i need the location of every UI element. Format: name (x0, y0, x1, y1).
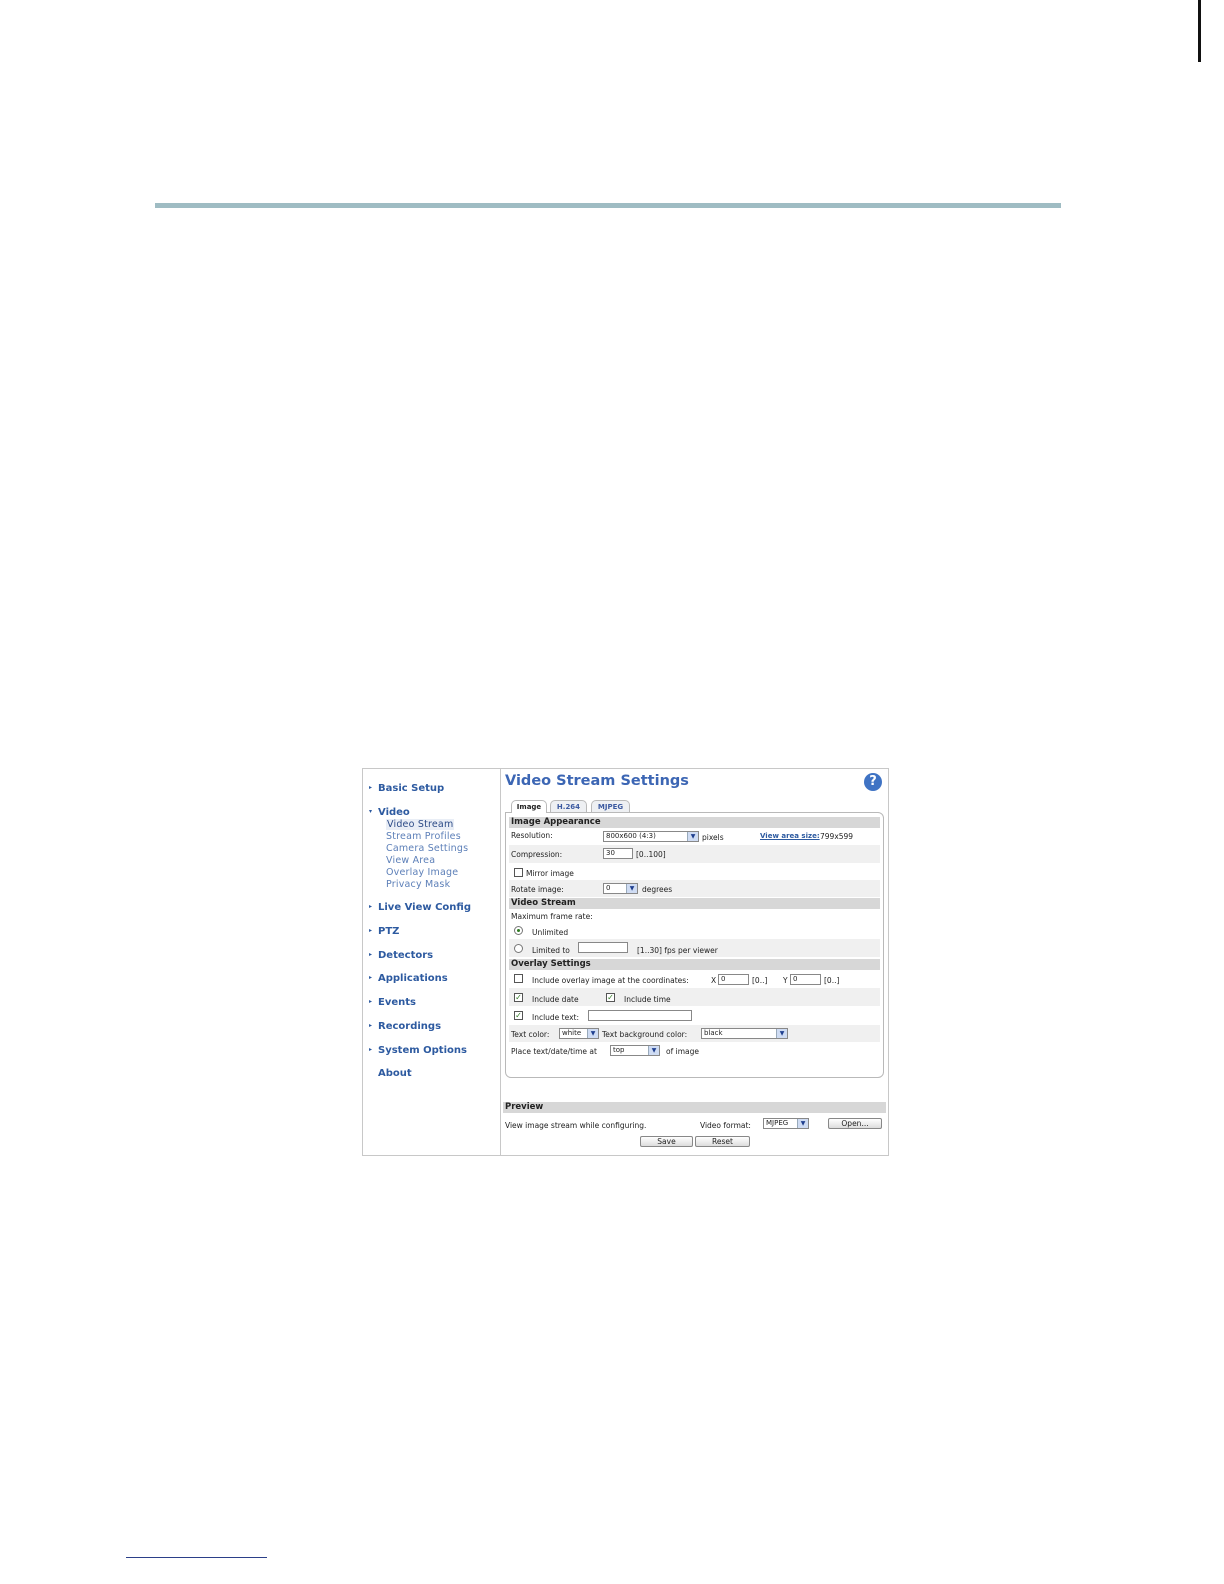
caret-down-icon: ▾ (369, 808, 373, 815)
footer-link-underline (126, 1557, 267, 1558)
text-background-color-select[interactable]: black ▼ (701, 1028, 788, 1039)
sidebar-subitem-view-area[interactable]: View Area (386, 855, 435, 866)
save-button[interactable]: Save (640, 1136, 693, 1147)
include-time-label: Include time (624, 995, 671, 1004)
sidebar-subitem-stream-profiles[interactable]: Stream Profiles (386, 831, 461, 842)
tab-image[interactable]: Image (511, 800, 547, 813)
section-image-appearance: Image Appearance (509, 817, 880, 828)
sidebar-subitem-camera-settings[interactable]: Camera Settings (386, 843, 468, 854)
text-color-label: Text color: (511, 1030, 550, 1039)
section-video-stream: Video Stream (509, 898, 880, 909)
sidebar-item-video[interactable]: ▾ Video (369, 807, 410, 818)
tab-mjpeg[interactable]: MJPEG (591, 800, 630, 812)
include-text-checkbox[interactable]: ✓ (514, 1011, 523, 1020)
unlimited-radio[interactable] (514, 926, 523, 935)
resolution-select[interactable]: 800x600 (4:3) ▼ (603, 831, 699, 842)
x-coordinate-input[interactable]: 0 (718, 974, 749, 985)
sidebar-item-ptz[interactable]: ▸ PTZ (369, 926, 399, 937)
open-button[interactable]: Open... (828, 1118, 882, 1129)
limited-to-label: Limited to (532, 946, 570, 955)
video-format-select[interactable]: MJPEG ▼ (763, 1118, 809, 1129)
sidebar-subitem-privacy-mask[interactable]: Privacy Mask (386, 879, 450, 890)
resolution-label: Resolution: (511, 831, 553, 840)
section-preview: Preview (503, 1102, 886, 1113)
include-date-checkbox[interactable]: ✓ (514, 993, 523, 1002)
chevron-down-icon: ▼ (587, 1029, 598, 1038)
chevron-down-icon: ▼ (626, 884, 637, 893)
caret-right-icon: ▸ (369, 951, 373, 958)
preview-description: View image stream while configuring. (505, 1121, 647, 1130)
sidebar-item-about[interactable]: About (369, 1068, 412, 1079)
page-header-rule (155, 203, 1061, 208)
place-text-select[interactable]: top ▼ (610, 1045, 660, 1056)
include-text-label: Include text: (532, 1013, 580, 1022)
rotate-image-label: Rotate image: (511, 885, 564, 894)
section-overlay-settings: Overlay Settings (509, 959, 880, 970)
chevron-down-icon: ▼ (648, 1046, 659, 1055)
sidebar-item-applications[interactable]: ▸ Applications (369, 973, 448, 984)
sidebar-subitem-video-stream[interactable]: Video Stream (386, 819, 455, 830)
page-title: Video Stream Settings (505, 773, 689, 789)
frame-rate-input[interactable] (578, 942, 628, 953)
compression-input[interactable]: 30 (603, 848, 633, 859)
y-coordinate-label: Y (783, 976, 788, 985)
degrees-label: degrees (642, 885, 673, 894)
sidebar-item-basic-setup[interactable]: ▸ Basic Setup (369, 783, 444, 794)
reset-button[interactable]: Reset (695, 1136, 750, 1147)
pixels-label: pixels (702, 833, 724, 842)
unlimited-label: Unlimited (532, 928, 569, 937)
sidebar-item-live-view-config[interactable]: ▸ Live View Config (369, 902, 471, 913)
chevron-down-icon: ▼ (687, 832, 698, 841)
caret-right-icon: ▸ (369, 1022, 373, 1029)
include-overlay-label: Include overlay image at the coordinates… (532, 976, 689, 985)
page-edge-bar (1198, 0, 1201, 62)
caret-right-icon: ▸ (369, 784, 373, 791)
sidebar-item-events[interactable]: ▸ Events (369, 997, 416, 1008)
caret-right-icon: ▸ (369, 998, 373, 1005)
compression-range: [0..100] (636, 850, 666, 859)
sidebar-subitem-overlay-image[interactable]: Overlay Image (386, 867, 458, 878)
caret-right-icon: ▸ (369, 927, 373, 934)
sidebar-item-recordings[interactable]: ▸ Recordings (369, 1021, 441, 1032)
view-area-value: 799x599 (820, 832, 854, 841)
text-color-select[interactable]: white ▼ (559, 1028, 599, 1039)
compression-label: Compression: (511, 850, 563, 859)
camera-settings-screenshot: ▸ Basic Setup ▾ Video Video Stream Stream … (362, 768, 889, 1156)
x-range-label: [0..] (752, 976, 768, 985)
caret-right-icon: ▸ (369, 903, 373, 910)
mirror-image-label: Mirror image (526, 869, 574, 878)
place-text-label: Place text/date/time at (511, 1047, 597, 1056)
fps-range-label: [1..30] fps per viewer (637, 946, 718, 955)
help-icon[interactable]: ? (864, 773, 882, 791)
chevron-down-icon: ▼ (776, 1029, 787, 1038)
sidebar: ▸ Basic Setup ▾ Video Video Stream Stream … (363, 769, 501, 1155)
chevron-down-icon: ▼ (797, 1119, 808, 1128)
sidebar-item-detectors[interactable]: ▸ Detectors (369, 950, 433, 961)
view-area-size-link[interactable]: View area size: (760, 832, 820, 840)
limited-to-radio[interactable] (514, 944, 523, 953)
include-time-checkbox[interactable]: ✓ (606, 993, 615, 1002)
rotate-image-select[interactable]: 0 ▼ (603, 883, 638, 894)
caret-right-icon: ▸ (369, 974, 373, 981)
x-coordinate-label: X (711, 976, 717, 985)
y-range-label: [0..] (824, 976, 840, 985)
mirror-image-checkbox[interactable] (514, 868, 523, 877)
video-format-label: Video format: (700, 1121, 751, 1130)
tab-h264[interactable]: H.264 (550, 800, 587, 812)
sidebar-item-system-options[interactable]: ▸ System Options (369, 1045, 467, 1056)
include-date-label: Include date (532, 995, 579, 1004)
text-background-color-label: Text background color: (602, 1030, 688, 1039)
caret-right-icon: ▸ (369, 1046, 373, 1053)
of-image-label: of image (666, 1047, 699, 1056)
include-overlay-checkbox[interactable] (514, 974, 523, 983)
max-frame-rate-label: Maximum frame rate: (511, 912, 593, 921)
y-coordinate-input[interactable]: 0 (790, 974, 821, 985)
include-text-input[interactable] (588, 1010, 692, 1021)
